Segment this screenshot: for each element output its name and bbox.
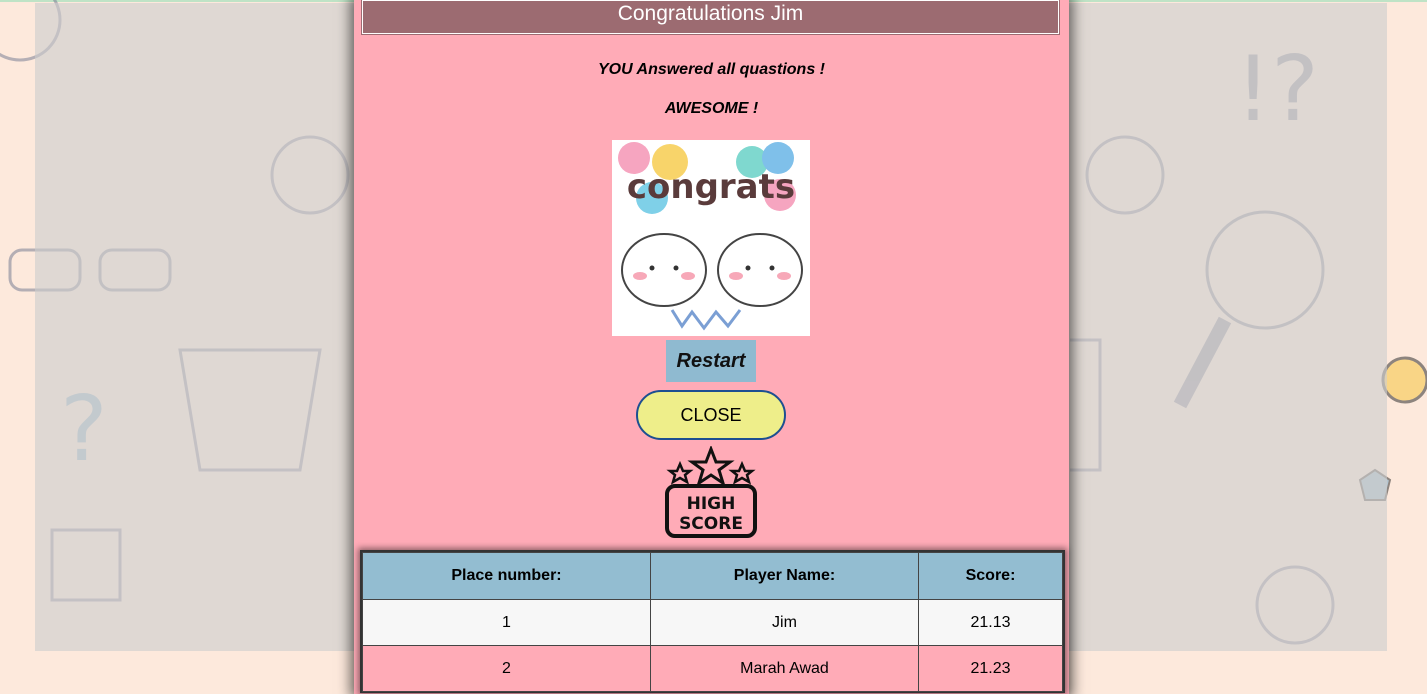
congrats-image: congrats xyxy=(612,140,810,336)
column-header-player: Player Name: xyxy=(650,552,919,600)
high-score-icon: HIGH SCORE xyxy=(665,446,757,538)
high-score-table: Place number: Player Name: Score: 1 Jim … xyxy=(360,550,1065,693)
player-cell: Marah Awad xyxy=(650,645,919,692)
score-cell: 21.23 xyxy=(918,645,1063,692)
column-header-place: Place number: xyxy=(362,552,651,600)
high-score-line1: HIGH xyxy=(687,494,736,514)
restart-button[interactable]: Restart xyxy=(666,340,756,382)
congrats-image-text: congrats xyxy=(627,167,795,207)
modal-title: Congratulations Jim xyxy=(361,0,1060,35)
awesome-message: AWESOME ! xyxy=(664,100,759,117)
congratulations-modal: Congratulations Jim YOU Answered all qua… xyxy=(354,0,1069,694)
score-cell: 21.13 xyxy=(918,599,1063,646)
place-cell: 1 xyxy=(362,599,651,646)
high-score-line2: SCORE xyxy=(679,514,743,534)
place-cell: 2 xyxy=(362,645,651,692)
player-cell: Jim xyxy=(650,599,919,646)
table-row: 2 Marah Awad 21.23 xyxy=(362,645,1063,692)
table-row: 1 Jim 21.13 xyxy=(362,599,1063,646)
answered-message: YOU Answered all quastions ! xyxy=(597,61,825,78)
column-header-score: Score: xyxy=(918,552,1063,600)
table-header-row: Place number: Player Name: Score: xyxy=(362,552,1063,600)
close-button[interactable]: CLOSE xyxy=(636,390,786,440)
